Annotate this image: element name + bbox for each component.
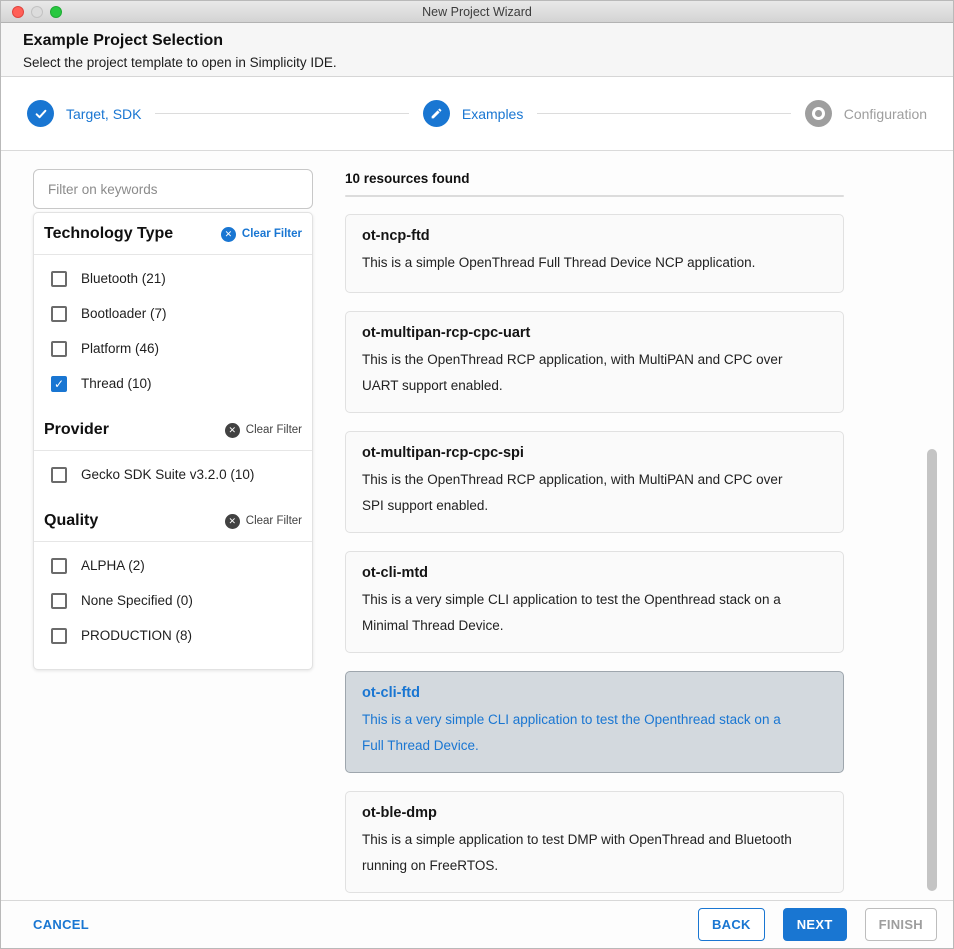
section-title: Technology Type (44, 225, 173, 243)
example-card-description: This is a very simple CLI application to… (362, 587, 802, 639)
main-content: Technology Type ✕ Clear Filter Bluetooth… (1, 151, 953, 900)
example-card-title: ot-ble-dmp (362, 805, 827, 821)
finish-button[interactable]: FINISH (865, 908, 937, 941)
filter-option-label: Bluetooth (21) (81, 271, 166, 286)
zoom-window-button[interactable] (50, 6, 62, 18)
provider-options: Gecko SDK Suite v3.2.0 (10) (34, 451, 312, 500)
next-button[interactable]: NEXT (783, 908, 847, 941)
example-card[interactable]: ot-cli-mtd This is a very simple CLI app… (345, 551, 844, 653)
results-panel: 10 resources found ot-ncp-ftd This is a … (345, 169, 844, 900)
example-card-description: This is a very simple CLI application to… (362, 707, 802, 759)
page-title: Example Project Selection (23, 32, 931, 50)
page-header: Example Project Selection Select the pro… (1, 23, 953, 77)
checkbox[interactable] (51, 306, 67, 322)
filter-option[interactable]: Thread (10) (34, 366, 312, 401)
checkbox[interactable] (51, 271, 67, 287)
section-title: Quality (44, 512, 98, 530)
window-title: New Project Wizard (422, 5, 532, 19)
results-count: 10 resources found (345, 169, 844, 186)
filter-option-label: Thread (10) (81, 376, 152, 391)
filter-option-label: Gecko SDK Suite v3.2.0 (10) (81, 467, 254, 482)
cancel-button[interactable]: CANCEL (33, 917, 89, 932)
example-card-title: ot-multipan-rcp-cpc-spi (362, 445, 827, 461)
dot-icon (805, 100, 832, 127)
step-label: Target, SDK (66, 106, 141, 122)
checkbox[interactable] (51, 376, 67, 392)
clear-filter-label: Clear Filter (246, 424, 302, 436)
filter-section-header-provider: Provider ✕ Clear Filter (34, 409, 312, 450)
filter-option-label: Platform (46) (81, 341, 159, 356)
filter-panel: Technology Type ✕ Clear Filter Bluetooth… (33, 212, 313, 670)
checkbox[interactable] (51, 467, 67, 483)
step-configuration: Configuration (805, 100, 927, 127)
pencil-icon (423, 100, 450, 127)
titlebar: New Project Wizard (1, 1, 953, 23)
example-card-list: ot-ncp-ftd This is a simple OpenThread F… (345, 214, 844, 893)
clear-circle-x-icon: ✕ (221, 227, 236, 242)
example-card-description: This is a simple application to test DMP… (362, 827, 802, 879)
filter-option[interactable]: Bootloader (7) (34, 296, 312, 331)
step-target-sdk[interactable]: Target, SDK (27, 100, 141, 127)
vertical-scrollbar[interactable] (927, 449, 937, 891)
filter-section-header-technology-type: Technology Type ✕ Clear Filter (34, 213, 312, 254)
clear-filter-button[interactable]: ✕ Clear Filter (225, 423, 302, 438)
clear-filter-label: Clear Filter (242, 228, 302, 240)
filter-option-label: Bootloader (7) (81, 306, 167, 321)
example-card[interactable]: ot-cli-ftd This is a very simple CLI app… (345, 671, 844, 773)
technology-type-options: Bluetooth (21) Bootloader (7) Platform (… (34, 255, 312, 409)
wizard-stepper: Target, SDK Examples Configuration (1, 77, 953, 151)
step-connector (537, 113, 790, 114)
filter-option-label: None Specified (0) (81, 593, 193, 608)
filter-option[interactable]: ALPHA (2) (34, 548, 312, 583)
footer-bar: CANCEL BACK NEXT FINISH (1, 900, 953, 948)
clear-filter-button[interactable]: ✕ Clear Filter (221, 227, 302, 242)
divider (345, 195, 844, 197)
example-card[interactable]: ot-multipan-rcp-cpc-spi This is the Open… (345, 431, 844, 533)
example-card[interactable]: ot-ble-dmp This is a simple application … (345, 791, 844, 893)
example-card-title: ot-ncp-ftd (362, 228, 827, 244)
example-card-description: This is the OpenThread RCP application, … (362, 467, 802, 519)
example-card-description: This is a simple OpenThread Full Thread … (362, 250, 802, 276)
checkbox[interactable] (51, 628, 67, 644)
step-connector (155, 113, 408, 114)
step-label: Configuration (844, 106, 927, 122)
checkbox[interactable] (51, 593, 67, 609)
keyword-filter-input[interactable] (33, 169, 313, 209)
minimize-window-button[interactable] (31, 6, 43, 18)
quality-options: ALPHA (2) None Specified (0) PRODUCTION … (34, 542, 312, 661)
example-card-title: ot-cli-mtd (362, 565, 827, 581)
close-window-button[interactable] (12, 6, 24, 18)
filter-option[interactable]: Bluetooth (21) (34, 261, 312, 296)
filter-option-label: ALPHA (2) (81, 558, 145, 573)
checkbox[interactable] (51, 341, 67, 357)
example-card-title: ot-multipan-rcp-cpc-uart (362, 325, 827, 341)
example-card-description: This is the OpenThread RCP application, … (362, 347, 802, 399)
filter-option[interactable]: PRODUCTION (8) (34, 618, 312, 653)
traffic-lights (12, 6, 62, 18)
clear-filter-button[interactable]: ✕ Clear Filter (225, 514, 302, 529)
new-project-wizard-window: New Project Wizard Example Project Selec… (0, 0, 954, 949)
filter-sidebar: Technology Type ✕ Clear Filter Bluetooth… (33, 169, 313, 900)
step-examples[interactable]: Examples (423, 100, 523, 127)
checkbox[interactable] (51, 558, 67, 574)
clear-circle-x-icon: ✕ (225, 514, 240, 529)
filter-option-label: PRODUCTION (8) (81, 628, 192, 643)
page-subtitle: Select the project template to open in S… (23, 55, 931, 70)
clear-circle-x-icon: ✕ (225, 423, 240, 438)
filter-option[interactable]: Platform (46) (34, 331, 312, 366)
example-card[interactable]: ot-ncp-ftd This is a simple OpenThread F… (345, 214, 844, 293)
check-icon (27, 100, 54, 127)
step-label: Examples (462, 106, 523, 122)
filter-section-header-quality: Quality ✕ Clear Filter (34, 500, 312, 541)
section-title: Provider (44, 421, 109, 439)
clear-filter-label: Clear Filter (246, 515, 302, 527)
filter-option[interactable]: Gecko SDK Suite v3.2.0 (10) (34, 457, 312, 492)
example-card[interactable]: ot-multipan-rcp-cpc-uart This is the Ope… (345, 311, 844, 413)
example-card-title: ot-cli-ftd (362, 685, 827, 701)
back-button[interactable]: BACK (698, 908, 765, 941)
filter-option[interactable]: None Specified (0) (34, 583, 312, 618)
